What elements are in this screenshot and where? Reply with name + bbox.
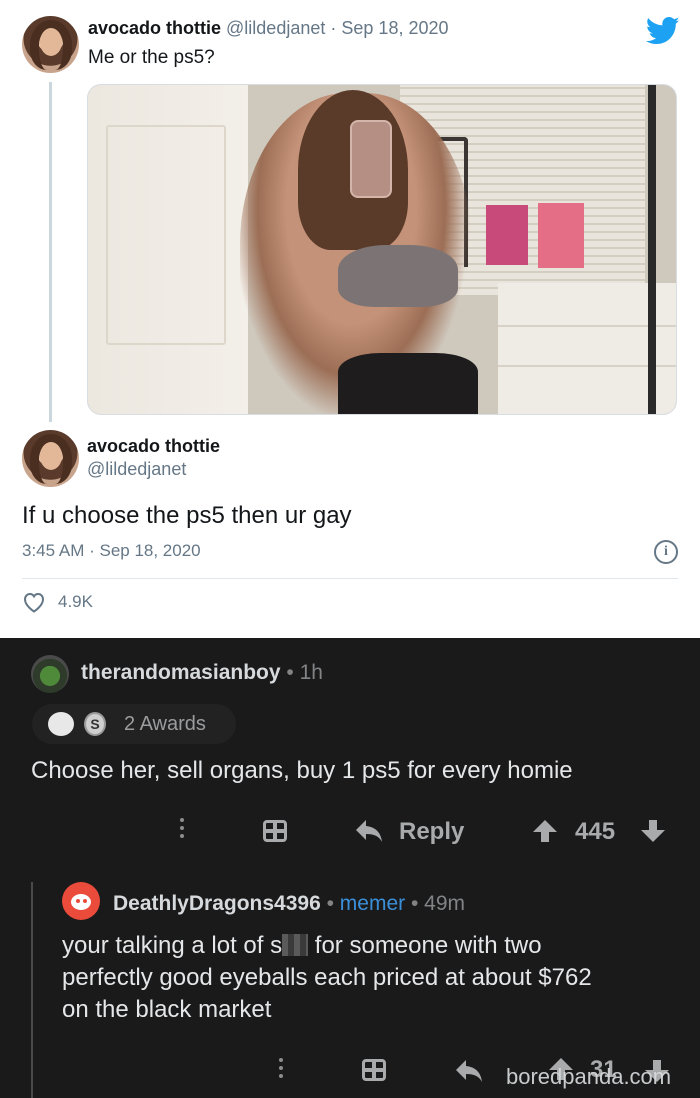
info-icon[interactable]: i (654, 540, 678, 564)
reply-avatar[interactable] (22, 430, 79, 487)
reply-comment-time: • 49m (405, 892, 466, 915)
reply-tweet-text: If u choose the ps5 then ur gay (22, 502, 352, 529)
reply-body-line2: perfectly good eyeballs each priced at a… (62, 964, 592, 991)
award-icon (48, 712, 74, 736)
reply-author-name[interactable]: avocado thottie (87, 436, 220, 457)
reply-gift-award-icon[interactable] (362, 1059, 386, 1081)
upvote-icon[interactable] (532, 818, 558, 844)
thread-indent-line[interactable] (31, 882, 33, 1098)
comment-body: Choose her, sell organs, buy 1 ps5 for e… (31, 757, 573, 784)
awards-count: 2 Awards (124, 713, 206, 735)
reply-comment-username[interactable]: DeathlyDragons4396 (113, 892, 321, 915)
downvote-icon[interactable] (640, 818, 666, 844)
reply-icon[interactable] (354, 818, 384, 844)
thread-line (49, 82, 52, 422)
author-name[interactable]: avocado thottie (88, 18, 221, 38)
heart-icon[interactable] (22, 591, 46, 613)
date-separator: · (330, 18, 337, 38)
user-flair: memer (339, 892, 406, 915)
flair-separator: • (320, 892, 340, 915)
watermark: boredpanda.com (506, 1064, 672, 1089)
reply-body-part2: for someone with two (308, 932, 542, 959)
reply-body-line3: on the black market (62, 996, 272, 1023)
reddit-thread: therandomasianboy • 1h S 2 Awards Choose… (0, 638, 700, 1098)
user-avatar[interactable] (31, 655, 69, 693)
reply-more-options-icon[interactable] (278, 1058, 284, 1082)
more-options-icon[interactable] (179, 818, 185, 842)
divider (22, 578, 678, 579)
avatar[interactable] (22, 16, 79, 73)
censor-block (282, 934, 309, 956)
silver-award-icon: S (84, 712, 106, 736)
reply-author-handle[interactable]: @lildedjanet (87, 459, 186, 480)
gift-award-icon[interactable] (263, 820, 287, 842)
comment-header: therandomasianboy • 1h (81, 661, 323, 685)
vote-score: 445 (575, 818, 616, 845)
tweet-header: avocado thottie @lildedjanet · Sep 18, 2… (88, 18, 449, 39)
reply-comment-header: DeathlyDragons4396 • memer • 49m (113, 892, 465, 916)
reply-button[interactable]: Reply (399, 818, 464, 846)
reply-user-avatar[interactable] (62, 882, 100, 920)
tweet-date[interactable]: Sep 18, 2020 (341, 18, 448, 38)
author-handle[interactable]: @lildedjanet (226, 18, 325, 38)
reply-comment-body: your talking a lot of s for someone with… (62, 930, 592, 1026)
reply-reply-icon[interactable] (454, 1058, 484, 1084)
tweet-photo[interactable] (87, 84, 677, 415)
like-count: 4.9K (58, 592, 93, 611)
tweet-card: avocado thottie @lildedjanet · Sep 18, 2… (0, 0, 700, 638)
comment-username[interactable]: therandomasianboy (81, 661, 281, 684)
twitter-bird-icon (646, 16, 680, 45)
comment-time: • 1h (280, 661, 323, 684)
awards-pill[interactable]: S 2 Awards (32, 704, 236, 744)
tweet-text: Me or the ps5? (88, 47, 215, 68)
tweet-timestamp[interactable]: 3:45 AM · Sep 18, 2020 (22, 541, 201, 561)
reply-body-part1: your talking a lot of s (62, 932, 283, 959)
reply-body-line1: your talking a lot of s for someone with… (62, 930, 592, 962)
